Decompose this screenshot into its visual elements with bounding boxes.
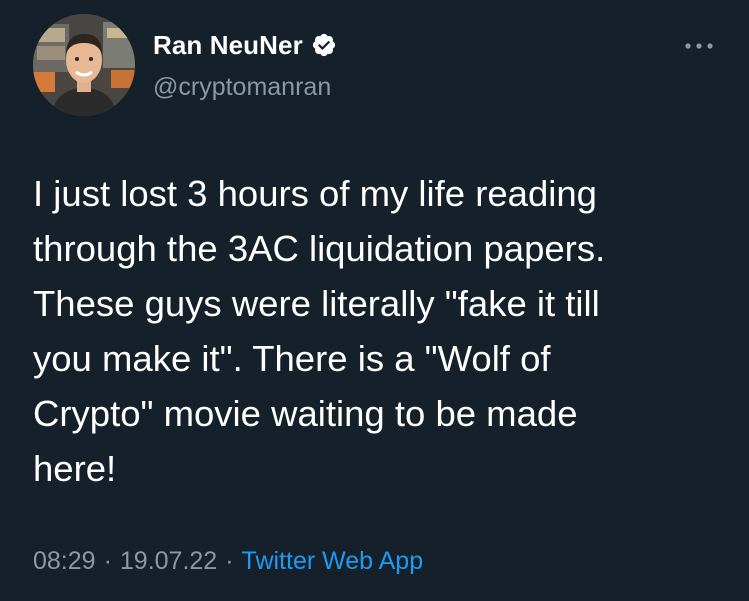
meta-separator: ·	[225, 547, 234, 575]
tweet-text: I just lost 3 hours of my life reading t…	[33, 173, 606, 489]
meta-separator: ·	[103, 547, 112, 575]
author-name-row: Ran NeuNer	[153, 30, 337, 60]
tweet-source-link[interactable]: Twitter Web App	[242, 545, 424, 577]
tweet-time[interactable]: 08:29	[33, 545, 96, 577]
more-options-icon[interactable]	[684, 38, 714, 54]
tweet-meta: 08:29 · 19.07.22 · Twitter Web App	[33, 545, 423, 577]
author-display-name[interactable]: Ran NeuNer	[153, 30, 303, 60]
tweet-date[interactable]: 19.07.22	[120, 545, 217, 577]
tweet-card: Ran NeuNer @cryptomanran I just lost 3 h…	[0, 0, 749, 601]
verified-badge-icon	[311, 32, 337, 58]
author-handle[interactable]: @cryptomanran	[153, 72, 331, 102]
avatar[interactable]	[33, 14, 135, 116]
profile-photo-icon	[33, 14, 135, 116]
